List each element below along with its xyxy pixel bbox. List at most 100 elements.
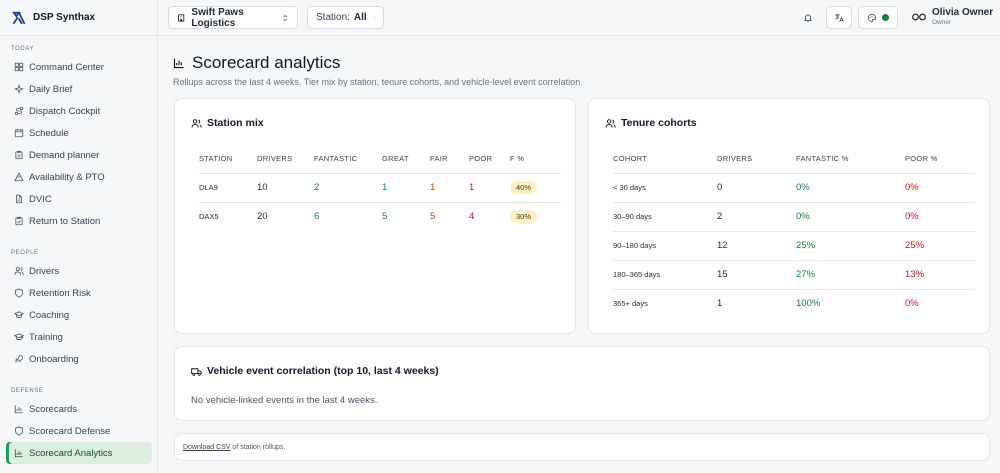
table-cell: 100% <box>796 289 905 318</box>
sidebar-item-command-center[interactable]: Command Center <box>6 56 152 78</box>
tenure-table: COHORT DRIVERS FANTASTIC % POOR % < 30 days… <box>613 145 975 318</box>
sparkle-icon <box>13 84 24 95</box>
vehicle-title: Vehicle event correlation (top 10, last … <box>207 365 439 377</box>
vehicle-correlation-card: Vehicle event correlation (top 10, last … <box>174 346 990 421</box>
cell-poor: 0% <box>905 182 919 193</box>
table-cell: 0% <box>796 173 905 203</box>
station-mix-table: STATION DRIVERS FANTASTIC GREAT FAIR POOR F % … <box>199 145 561 231</box>
page-title: Scorecard analytics <box>192 53 341 72</box>
fantastic-pct-badge: 40% <box>510 181 538 194</box>
column-header: COHORT <box>613 145 717 174</box>
tenure-cohorts-card: Tenure cohorts COHORT DRIVERS FANTASTIC % P… <box>588 98 990 334</box>
station-selector[interactable]: Station: All <box>307 6 384 29</box>
table-cell: 1 <box>382 173 430 203</box>
sidebar-item-label: Onboarding <box>29 353 79 365</box>
sidebar-item-label: Retention Risk <box>29 287 91 299</box>
sidebar-item-scorecard-analytics[interactable]: Scorecard Analytics <box>6 442 152 464</box>
column-header: POOR % <box>905 145 975 174</box>
station-label: Station: <box>316 12 350 23</box>
app-name: DSP Synthax <box>33 12 96 23</box>
table-cell: 10 <box>257 173 314 203</box>
cell-drivers: 1 <box>717 298 723 310</box>
sidebar-item-label: Drivers <box>29 265 60 277</box>
user-menu[interactable]: Olivia Owner Owner <box>912 7 993 26</box>
column-header: FANTASTIC <box>314 145 382 174</box>
cell-cohort: < 30 days <box>613 183 646 192</box>
sidebar-section-label: DEFENSE <box>11 388 44 394</box>
sidebar-item-label: DVIC <box>29 193 52 205</box>
sidebar-item-scorecard-defense[interactable]: Scorecard Defense <box>6 420 152 442</box>
cell-fantastic: 25% <box>796 240 816 251</box>
cell-great: 5 <box>382 211 388 223</box>
table-cell: 0% <box>905 173 975 203</box>
users-icon <box>13 266 24 277</box>
shield-icon <box>13 426 24 437</box>
translate-icon <box>835 13 844 22</box>
table-cell: 5 <box>430 202 469 231</box>
cell-fantastic: 2 <box>314 182 320 193</box>
sidebar-item-onboarding[interactable]: Onboarding <box>6 348 152 370</box>
sidebar-section: TODAY Command Center Daily Brief Dispatch C… <box>0 46 158 232</box>
cell-poor: 4 <box>469 211 475 223</box>
cell-fantastic: 100% <box>796 298 821 310</box>
table-cell: 1 <box>717 289 796 318</box>
theme-dot <box>882 14 889 21</box>
bar-chart-icon <box>13 448 24 459</box>
document-icon <box>13 194 24 205</box>
column-header: FANTASTIC % <box>796 145 905 174</box>
sidebar-item-schedule[interactable]: Schedule <box>6 122 152 144</box>
sidebar-item-scorecards[interactable]: Scorecards <box>6 398 152 420</box>
cell-fantastic: 6 <box>314 211 320 223</box>
org-selector[interactable]: Swift Paws Logistics <box>168 6 298 29</box>
chevron-updown-icon <box>373 16 375 19</box>
sidebar-item-retention-risk[interactable]: Retention Risk <box>6 282 152 304</box>
language-button[interactable] <box>826 6 852 29</box>
table-cell: 0 <box>717 173 796 203</box>
palette-icon <box>867 13 877 22</box>
theme-button[interactable] <box>858 6 898 29</box>
download-csv-link[interactable]: Download CSV <box>183 444 230 451</box>
sidebar-item-coaching[interactable]: Coaching <box>6 304 152 326</box>
column-header: GREAT <box>382 145 430 174</box>
table-row: < 30 days 0 0% 0% <box>613 173 975 203</box>
user-role: Owner <box>932 19 952 26</box>
tenure-title: Tenure cohorts <box>621 117 697 129</box>
clipboard-icon <box>13 150 24 161</box>
table-cell: < 30 days <box>613 173 717 203</box>
table-cell: 15 <box>717 260 796 290</box>
sidebar-item-drivers[interactable]: Drivers <box>6 260 152 282</box>
topbar: Swift Paws Logistics Station: All Olivia… <box>158 0 1000 36</box>
brand[interactable]: DSP Synthax <box>0 0 157 36</box>
table-cell: 0% <box>905 202 975 232</box>
station-value: All <box>353 12 367 23</box>
table-cell: 1 <box>469 173 510 203</box>
sidebar-item-dvic[interactable]: DVIC <box>6 188 152 210</box>
table-cell: 30–90 days <box>613 202 717 232</box>
table-cell: 25% <box>796 231 905 261</box>
notifications-button[interactable] <box>798 6 818 29</box>
table-cell: 365+ days <box>613 289 717 318</box>
sidebar-item-daily-brief[interactable]: Daily Brief <box>6 78 152 100</box>
table-cell: 0% <box>905 289 975 318</box>
cell-cohort: 30–90 days <box>613 212 652 221</box>
sidebar-item-return-to-station[interactable]: Return to Station <box>6 210 152 232</box>
cell-drivers: 15 <box>717 269 728 280</box>
table-cell: 20 <box>257 202 314 231</box>
cell-cohort: 180–365 days <box>613 270 661 279</box>
footer-card: Download CSV of station rollups. <box>174 433 990 461</box>
cell-poor: 1 <box>469 182 475 193</box>
page-subtitle: Rollups across the last 4 weeks. Tier mi… <box>173 77 583 87</box>
cell-poor: 13% <box>905 269 925 280</box>
main-content: Scorecard analytics Rollups across the l… <box>158 36 1000 473</box>
sidebar-item-availability-pto[interactable]: Availability & PTO <box>6 166 152 188</box>
sidebar-section: DEFENSE Scorecards Scorecard Defense Scorec… <box>0 388 158 464</box>
table-cell: 40% <box>510 173 561 203</box>
sidebar-item-demand-planner[interactable]: Demand planner <box>6 144 152 166</box>
grid-icon <box>13 62 24 73</box>
rocket-icon <box>13 354 24 365</box>
org-name: Swift Paws Logistics <box>191 6 244 29</box>
table-cell: 12 <box>717 231 796 261</box>
sidebar-item-training[interactable]: Training <box>6 326 152 348</box>
sidebar-item-dispatch-cockpit[interactable]: Dispatch Cockpit <box>6 100 152 122</box>
sidebar-item-label: Return to Station <box>29 215 101 227</box>
